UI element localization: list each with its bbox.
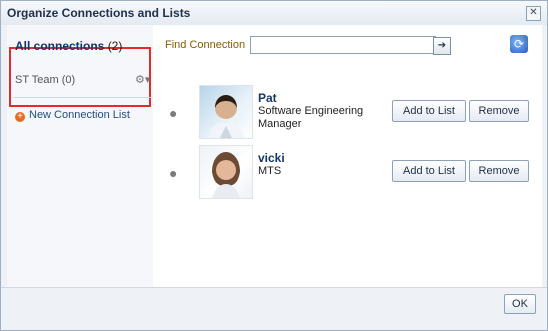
remove-button[interactable]: Remove <box>469 160 529 182</box>
new-connection-list-link[interactable]: + New Connection List <box>15 109 130 122</box>
sidebar-item-st-team[interactable]: ST Team (0) <box>15 74 75 86</box>
person-photo-icon <box>212 152 240 198</box>
person-photo-icon <box>208 95 244 138</box>
find-connection-input[interactable] <box>250 36 436 54</box>
add-to-list-button[interactable]: Add to List <box>392 160 466 182</box>
gear-icon[interactable]: ⚙▾ <box>135 73 153 86</box>
connections-sidebar: All connections (2) ST Team (0) ⚙▾ + New … <box>7 25 154 287</box>
all-connections-label: All connections <box>15 39 105 53</box>
dialog-footer: OK <box>1 287 547 330</box>
presence-icon: ● <box>169 165 178 181</box>
connection-row: ● Pat Software Engineering Manager Add t… <box>153 85 542 141</box>
avatar <box>199 145 253 199</box>
team-label: ST Team <box>15 74 59 86</box>
connection-title: MTS <box>258 165 282 177</box>
all-connections-count: (2) <box>107 39 123 53</box>
organize-connections-dialog: Organize Connections and Lists ✕ All con… <box>0 0 548 331</box>
remove-button[interactable]: Remove <box>469 100 529 122</box>
arrow-right-icon[interactable]: ➔ <box>433 37 451 55</box>
connection-name[interactable]: vicki <box>258 151 285 165</box>
find-connection-label: Find Connection <box>165 39 246 51</box>
new-connection-list-label: New Connection List <box>29 109 130 121</box>
sidebar-divider <box>13 97 153 98</box>
avatar <box>199 85 253 139</box>
connections-main: Find Connection ➔ ⟳ ● Pat Software Engin… <box>153 25 542 287</box>
connection-title: Software Engineering Manager <box>258 105 364 130</box>
add-to-list-button[interactable]: Add to List <box>392 100 466 122</box>
presence-icon: ● <box>169 105 178 121</box>
refresh-icon[interactable]: ⟳ <box>510 35 528 53</box>
sidebar-item-all-connections[interactable]: All connections (2) <box>15 39 122 53</box>
close-icon[interactable]: ✕ <box>526 6 541 21</box>
dialog-title: Organize Connections and Lists <box>7 6 191 20</box>
dialog-titlebar: Organize Connections and Lists ✕ <box>1 1 547 25</box>
connection-name[interactable]: Pat <box>258 91 277 105</box>
plus-icon: + <box>15 112 25 122</box>
ok-button[interactable]: OK <box>504 294 536 314</box>
team-count: (0) <box>61 74 76 86</box>
connection-row: ● vicki MTS Add to List Remove <box>153 145 542 201</box>
